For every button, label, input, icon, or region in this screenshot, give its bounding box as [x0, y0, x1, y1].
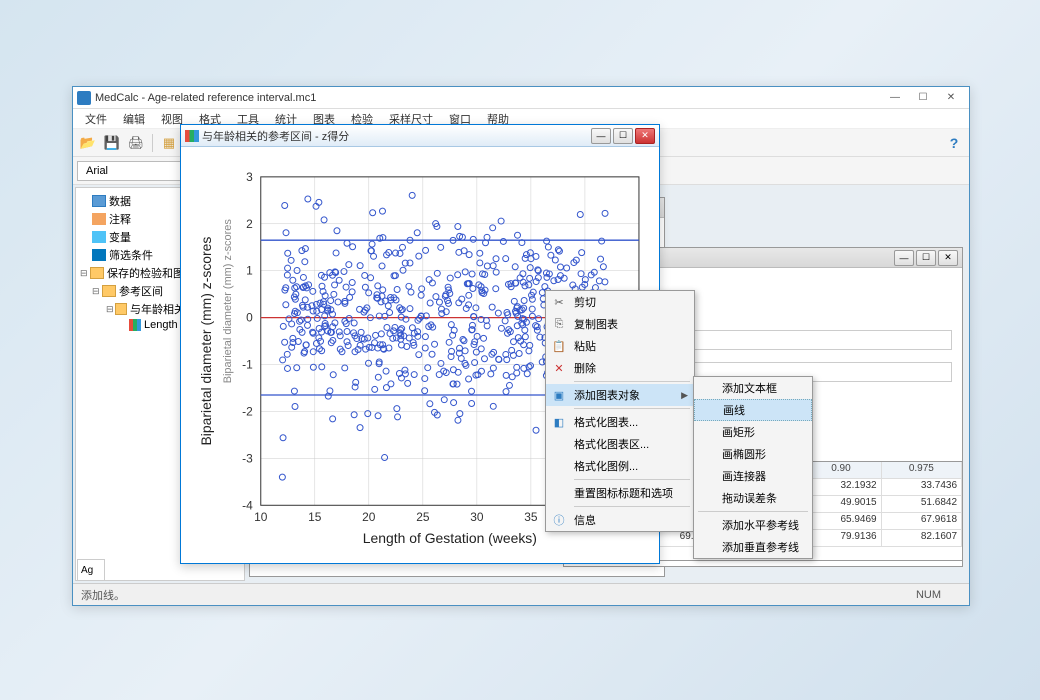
svg-text:-2: -2	[242, 404, 253, 418]
context-menu-info[interactable]: ⓘ信息	[546, 509, 694, 531]
menu-item[interactable]: 文件	[77, 109, 115, 128]
context-menu-item[interactable]: ✕删除	[546, 357, 694, 379]
submenu-item[interactable]: 添加垂直参考线	[694, 536, 812, 558]
context-menu-item[interactable]: ✂剪切	[546, 291, 694, 313]
title-bar: MedCalc - Age-related reference interval…	[73, 87, 969, 109]
svg-text:10: 10	[254, 510, 268, 524]
open-icon[interactable]: 📂	[77, 132, 99, 154]
submenu: 添加文本框画线画矩形画椭圆形画连接器拖动误差条添加水平参考线添加垂直参考线	[693, 376, 813, 559]
help-icon[interactable]: ?	[943, 132, 965, 154]
submenu-item[interactable]: 添加文本框	[694, 377, 812, 399]
status-text: 添加线。	[81, 587, 125, 603]
rp-min-button[interactable]: —	[894, 250, 914, 266]
rp-max-button[interactable]: ☐	[916, 250, 936, 266]
svg-text:0: 0	[246, 311, 253, 325]
svg-text:-4: -4	[242, 498, 253, 512]
maximize-button[interactable]: ☐	[909, 88, 937, 108]
svg-text:1: 1	[246, 264, 253, 278]
rp-close-button[interactable]: ✕	[938, 250, 958, 266]
svg-text:25: 25	[416, 510, 430, 524]
submenu-item[interactable]: 画矩形	[694, 421, 812, 443]
submenu-item[interactable]: 画椭圆形	[694, 443, 812, 465]
svg-text:35: 35	[524, 510, 538, 524]
svg-text:Biparietal diameter (mm) z-sco: Biparietal diameter (mm) z-scores	[198, 237, 214, 446]
context-menu-item[interactable]: 格式化图例...	[546, 455, 694, 477]
svg-text:20: 20	[362, 510, 376, 524]
print-icon[interactable]: 🖨	[125, 132, 147, 154]
chart-close-button[interactable]: ✕	[635, 128, 655, 144]
minimize-button[interactable]: —	[881, 88, 909, 108]
sidebar-tab[interactable]: Ag	[77, 559, 105, 581]
close-button[interactable]: ✕	[937, 88, 965, 108]
submenu-item[interactable]: 画线	[694, 399, 812, 421]
menu-item[interactable]: 编辑	[115, 109, 153, 128]
context-menu-add-object[interactable]: ▣添加图表对象▶	[546, 384, 694, 406]
context-menu: ✂剪切⎘复制图表📋粘贴✕删除 ▣添加图表对象▶ ◧格式化图表...格式化图表区...…	[545, 290, 695, 532]
svg-text:Biparietal diameter (mm) z-sco: Biparietal diameter (mm) z-scores	[222, 219, 234, 384]
submenu-item[interactable]: 画连接器	[694, 465, 812, 487]
svg-text:Length of Gestation (weeks): Length of Gestation (weeks)	[363, 530, 537, 546]
chart-window-title: 与年龄相关的参考区间 - z得分	[202, 128, 591, 144]
context-menu-item[interactable]: ⎘复制图表	[546, 313, 694, 335]
svg-text:3: 3	[246, 170, 253, 184]
svg-text:15: 15	[308, 510, 322, 524]
svg-text:2: 2	[246, 217, 253, 231]
context-menu-item[interactable]: 格式化图表区...	[546, 433, 694, 455]
chart-min-button[interactable]: —	[591, 128, 611, 144]
svg-text:-3: -3	[242, 451, 253, 465]
chart-max-button[interactable]: ☐	[613, 128, 633, 144]
status-bar: 添加线。 NUM	[73, 583, 969, 605]
window-title: MedCalc - Age-related reference interval…	[95, 92, 881, 104]
grid-icon[interactable]: ▦	[158, 132, 180, 154]
submenu-item[interactable]: 添加水平参考线	[694, 514, 812, 536]
chart-title-bar[interactable]: 与年龄相关的参考区间 - z得分 — ☐ ✕	[181, 125, 659, 147]
context-menu-item[interactable]: 📋粘贴	[546, 335, 694, 357]
app-icon	[77, 91, 91, 105]
submenu-item[interactable]: 拖动误差条	[694, 487, 812, 509]
svg-text:-1: -1	[242, 358, 253, 372]
svg-text:30: 30	[470, 510, 484, 524]
context-menu-item[interactable]: ◧格式化图表...	[546, 411, 694, 433]
status-num: NUM	[916, 589, 961, 601]
chart-bars-icon	[185, 130, 199, 142]
save-icon[interactable]: 💾	[101, 132, 123, 154]
context-menu-reset[interactable]: 重置图标标题和选项	[546, 482, 694, 504]
